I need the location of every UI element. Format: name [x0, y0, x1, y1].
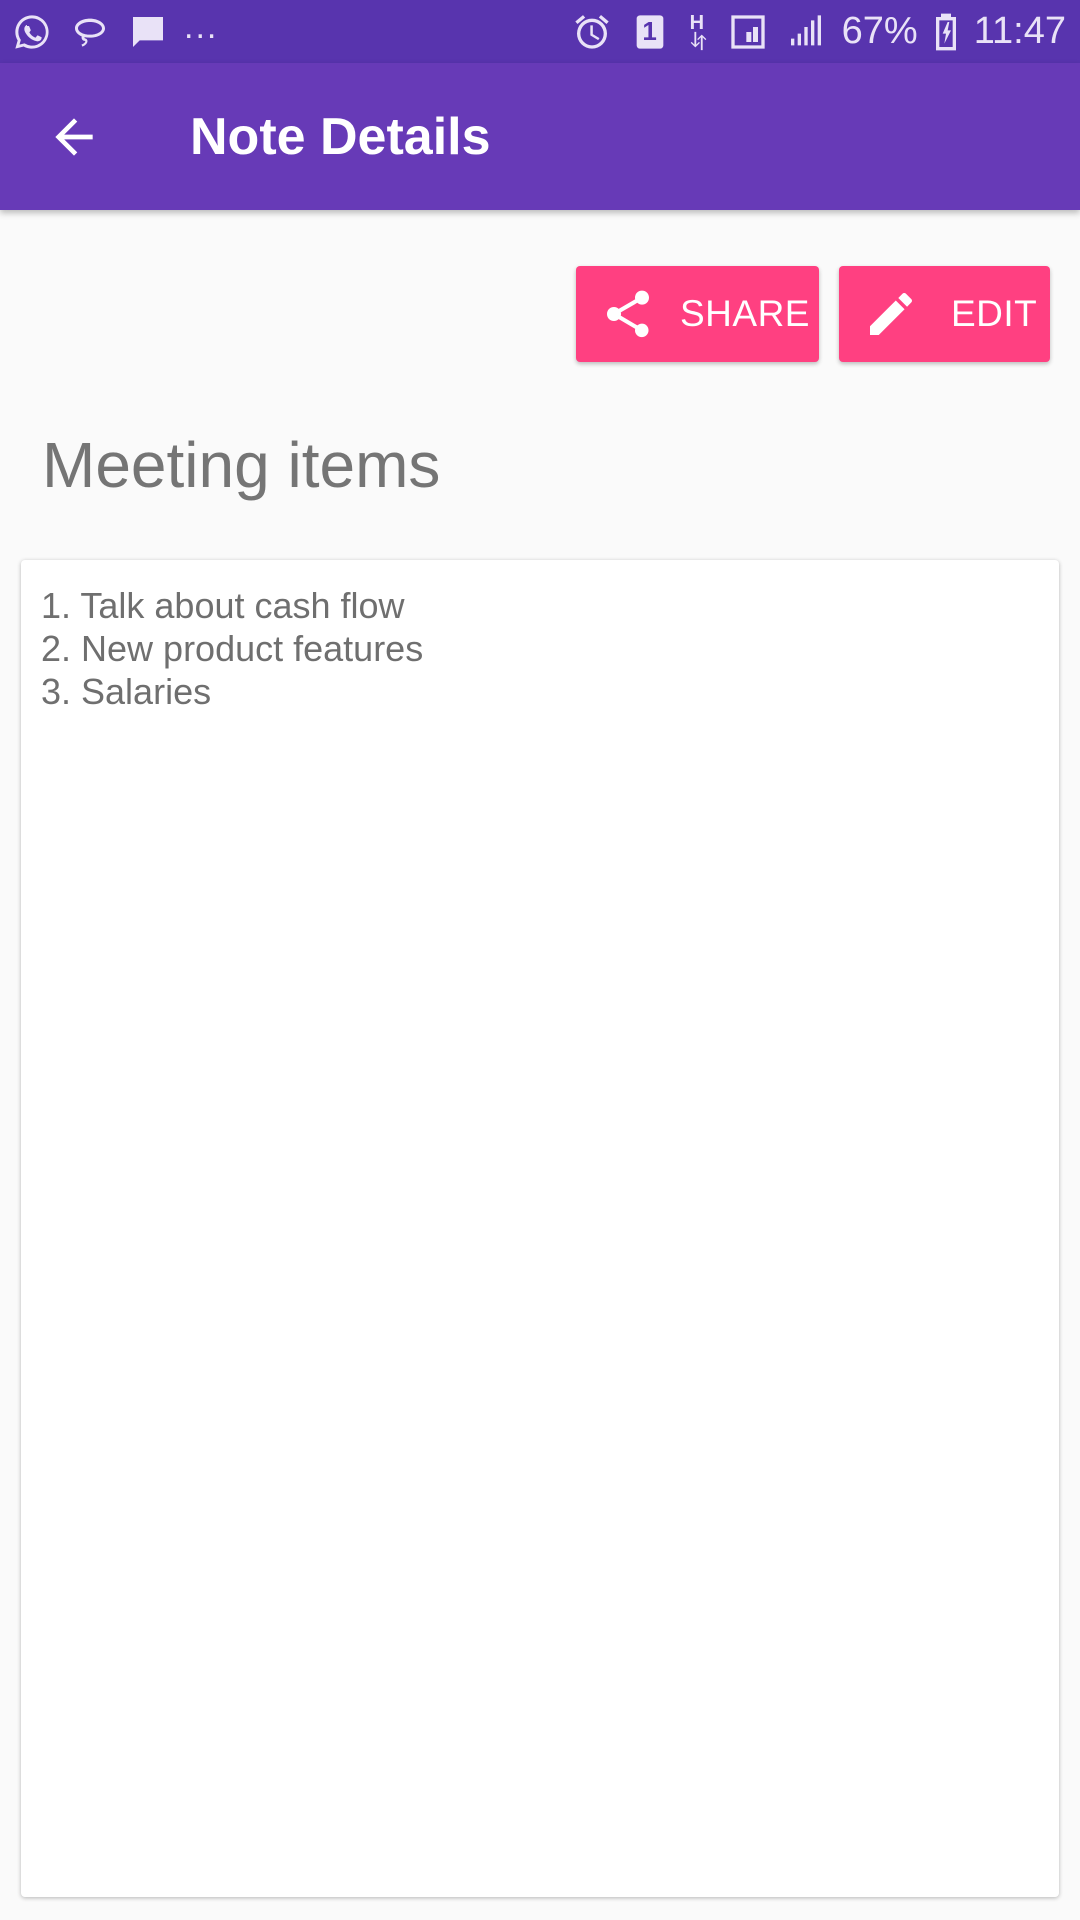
arrow-back-icon — [55, 117, 93, 156]
back-button[interactable] — [30, 93, 118, 181]
page-title: Note Details — [190, 107, 491, 166]
network-type-icon: H — [686, 10, 712, 54]
signal-icon — [784, 10, 828, 54]
note-line: 3. Salaries — [41, 671, 212, 712]
sim-icon: 1 — [628, 10, 672, 54]
battery-icon — [932, 10, 960, 54]
share-icon — [607, 290, 649, 338]
note-line: 1. Talk about cash flow — [41, 585, 405, 626]
more-notifications: ... — [184, 8, 219, 46]
alarm-icon — [570, 10, 614, 54]
network-icon — [726, 10, 770, 54]
share-button-label: SHARE — [680, 293, 810, 334]
app-bar: Note Details — [0, 63, 1080, 210]
battery-percent: 67% — [841, 10, 918, 52]
lasso-icon — [68, 10, 112, 54]
note-line: 2. New product features — [41, 628, 424, 669]
edit-button[interactable]: EDIT — [839, 266, 1050, 362]
share-button[interactable]: SHARE — [576, 266, 819, 362]
status-bar: ... 1 H 67% 11:47 — [0, 0, 1080, 63]
pencil-icon — [870, 292, 913, 335]
message-icon — [126, 10, 170, 54]
status-bar-left: ... — [10, 8, 219, 54]
note-body: 1. Talk about cash flow 2. New product f… — [21, 560, 1059, 1897]
clock: 11:47 — [973, 10, 1066, 52]
whatsapp-icon — [10, 10, 54, 54]
action-buttons: SHARE EDIT — [576, 266, 1050, 362]
note-title: Meeting items — [42, 429, 441, 501]
sim-badge: 1 — [642, 16, 657, 46]
status-bar-right: 1 H 67% 11:47 — [570, 10, 1066, 54]
edit-button-label: EDIT — [951, 293, 1038, 334]
